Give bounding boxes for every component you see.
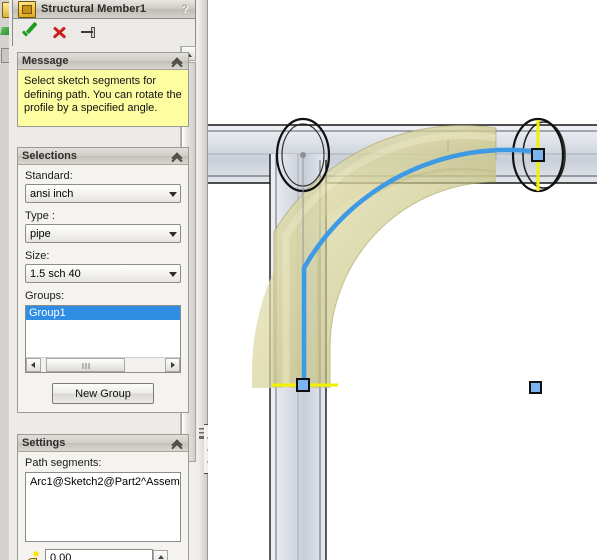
chevron-down-icon[interactable]: [169, 232, 177, 237]
standard-label: Standard:: [25, 170, 73, 182]
structural-member-icon: [18, 0, 36, 18]
size-label: Size:: [25, 250, 50, 262]
groups-scrollbar-thumb[interactable]: [46, 358, 125, 372]
standard-dropdown[interactable]: ansi inch: [25, 184, 181, 203]
property-manager-panel: Structural Member1 ? Message Select sket…: [9, 0, 198, 560]
type-value: pipe: [30, 227, 51, 240]
settings-body: Path segments: Arc1@Sketch2@Part2^Assem …: [18, 452, 188, 560]
spinner-buttons[interactable]: [153, 549, 168, 560]
ok-button[interactable]: [20, 23, 39, 42]
chevron-up-icon[interactable]: [172, 55, 184, 67]
chevron-down-icon[interactable]: [169, 192, 177, 197]
cancel-button[interactable]: [50, 23, 69, 42]
property-manager-toolbar: [12, 19, 196, 46]
message-section-header[interactable]: Message: [18, 53, 188, 70]
floating-handle: [529, 381, 542, 394]
size-dropdown[interactable]: 1.5 sch 40: [25, 264, 181, 283]
settings-section-header[interactable]: Settings: [18, 435, 188, 452]
end-handle-right: [531, 148, 545, 162]
groups-horizontal-scrollbar[interactable]: [26, 357, 180, 372]
type-dropdown[interactable]: pipe: [25, 224, 181, 243]
groups-label: Groups:: [25, 290, 65, 302]
end-handle-bottom: [296, 378, 310, 392]
chevron-up-icon[interactable]: [172, 437, 184, 449]
rotation-angle-icon: [25, 551, 40, 560]
settings-section-title: Settings: [22, 437, 66, 449]
pushpin-button[interactable]: [80, 23, 99, 42]
rotation-angle-row: 0.00: [25, 548, 181, 560]
path-segments-label: Path segments:: [25, 457, 102, 469]
scrollbar-grip-icon: [82, 363, 89, 369]
selections-section: Selections Standard: ansi inch Type : pi…: [17, 147, 189, 413]
standard-value: ansi inch: [30, 187, 74, 200]
settings-section: Settings Path segments: Arc1@Sketch2@Par…: [17, 434, 189, 560]
selections-body: Standard: ansi inch Type : pipe Size: 1.…: [18, 165, 188, 412]
panel-splitter[interactable]: [197, 0, 216, 560]
path-segments-listbox[interactable]: Arc1@Sketch2@Part2^Assem: [25, 472, 181, 542]
page-title: Structural Member1: [41, 3, 147, 15]
help-icon[interactable]: ?: [178, 2, 191, 16]
chevron-down-icon[interactable]: [169, 272, 177, 277]
size-value: 1.5 sch 40: [30, 267, 81, 280]
path-segment-item[interactable]: Arc1@Sketch2@Part2^Assem: [30, 476, 180, 488]
groups-listbox[interactable]: Group1: [25, 305, 181, 373]
property-manager-title-bar: Structural Member1 ?: [12, 0, 196, 19]
rotation-angle-input[interactable]: 0.00: [45, 548, 168, 560]
message-section: Message Select sketch segments for defin…: [17, 52, 189, 127]
scroll-right-arrow-icon[interactable]: [165, 358, 180, 372]
graphics-area[interactable]: [208, 0, 597, 560]
new-group-button[interactable]: New Group: [52, 383, 154, 404]
selections-section-header[interactable]: Selections: [18, 148, 188, 165]
chevron-up-icon[interactable]: [172, 150, 184, 162]
message-section-title: Message: [22, 55, 69, 67]
type-label: Type :: [25, 210, 55, 222]
arc-center-point: [300, 152, 306, 158]
solidworks-window: Structural Member1 ? Message Select sket…: [0, 0, 597, 560]
selections-section-title: Selections: [22, 150, 78, 162]
scroll-left-arrow-icon[interactable]: [26, 358, 41, 372]
message-text: Select sketch segments for defining path…: [18, 70, 188, 126]
list-item[interactable]: Group1: [26, 306, 180, 320]
